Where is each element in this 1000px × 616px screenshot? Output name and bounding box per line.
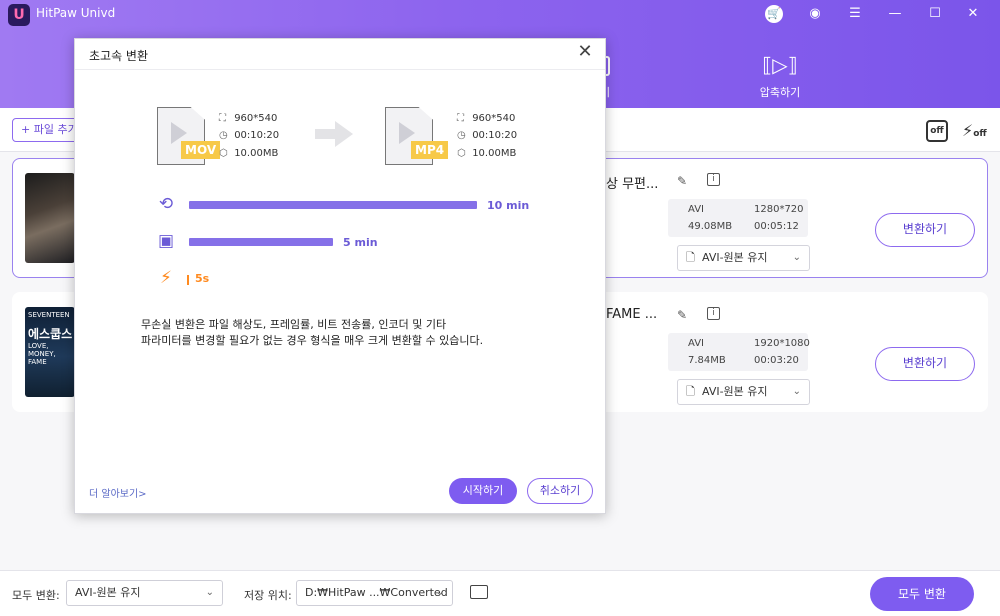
chevron-down-icon: ⌄ — [205, 587, 214, 598]
dialog-divider — [75, 69, 605, 70]
file-name: FAME ... — [606, 307, 658, 322]
save-location-label: 저장 위치: — [244, 589, 292, 602]
ultra-speed-label: 5s — [195, 272, 210, 285]
normal-speed-bar — [189, 201, 477, 209]
description-line: 무손실 변환은 파일 해상도, 프레임률, 비트 전송률, 인코더 및 기타 — [141, 318, 447, 331]
document-icon: 🗋 — [686, 251, 695, 264]
folder-icon[interactable] — [470, 585, 488, 599]
file-resolution: 1920*1080 — [754, 338, 810, 349]
chevron-down-icon: ⌄ — [792, 252, 801, 263]
maximize-icon[interactable]: ☐ — [925, 4, 945, 24]
dialog-description: 무손실 변환은 파일 해상도, 프레임률, 비트 전송률, 인코더 및 기타 파… — [141, 317, 561, 349]
target-size: ⬡ 10.00MB — [457, 148, 517, 159]
file-name: 상 무편... — [606, 177, 659, 192]
hardware-accel-icon[interactable]: off — [926, 120, 948, 142]
hw-speed-bar — [189, 238, 333, 246]
minimize-icon[interactable]: — — [885, 4, 905, 24]
file-meta: AVI 1280*720 49.08MB 00:05:12 — [668, 199, 808, 237]
file-size: 49.08MB — [688, 221, 733, 232]
info-icon[interactable]: i — [707, 173, 720, 186]
info-icon[interactable]: i — [707, 307, 720, 320]
hw-speed-label: 5 min — [343, 236, 378, 249]
edit-icon[interactable]: ✎ — [677, 174, 687, 188]
target-resolution: ⛶ 960*540 — [457, 113, 516, 124]
tab-compress[interactable]: ⟦▷⟧ 압축하기 — [745, 52, 815, 100]
bottom-bar: 모두 변환: AVI-원본 유지 ⌄ 저장 위치: D:₩HitPaw ...₩… — [0, 570, 1000, 616]
menu-icon[interactable]: ☰ — [845, 4, 865, 24]
convert-all-select[interactable]: AVI-원본 유지 ⌄ — [66, 580, 223, 606]
convert-all-button[interactable]: 모두 변환 — [870, 577, 974, 611]
target-duration: ◷ 00:10:20 — [457, 130, 518, 141]
file-duration: 00:05:12 — [754, 221, 799, 232]
start-button[interactable]: 시작하기 — [449, 478, 517, 504]
video-thumbnail: SEVENTEEN 에스쿱스 LOVE, MONEY, FAME — [25, 307, 75, 397]
video-thumbnail — [25, 173, 75, 263]
file-size: 7.84MB — [688, 355, 726, 366]
convert-cycle-icon: ⟲ — [158, 194, 174, 214]
edit-icon[interactable]: ✎ — [677, 308, 687, 322]
source-format-tag: MOV — [181, 141, 221, 159]
file-meta: AVI 1920*1080 7.84MB 00:03:20 — [668, 333, 810, 371]
chip-icon: ▣ — [157, 231, 175, 251]
ultra-fast-convert-dialog: 초고속 변환 ✕ MOV ⛶ 960*540 ◷ 00:10:20 ⬡ 10.0… — [74, 38, 606, 514]
cancel-button[interactable]: 취소하기 — [527, 478, 593, 504]
target-format-tag: MP4 — [411, 141, 449, 159]
convert-button[interactable]: 변환하기 — [875, 213, 975, 247]
app-logo: U — [8, 4, 30, 26]
file-duration: 00:03:20 — [754, 355, 799, 366]
output-format-select[interactable]: 🗋 AVI-원본 유지 ⌄ — [677, 245, 810, 271]
file-format: AVI — [688, 204, 704, 215]
close-icon[interactable]: ✕ — [575, 41, 595, 62]
chevron-down-icon: ⌄ — [792, 386, 801, 397]
normal-speed-label: 10 min — [487, 199, 530, 212]
lightning-icon: ⚡ — [160, 268, 172, 288]
fast-convert-off-icon[interactable]: ⚡off — [962, 120, 988, 142]
output-format-select[interactable]: 🗋 AVI-원본 유지 ⌄ — [677, 379, 810, 405]
source-resolution: ⛶ 960*540 — [219, 113, 278, 124]
save-location-select[interactable]: D:₩HitPaw ...₩Converted ⌄ — [296, 580, 453, 606]
convert-button[interactable]: 변환하기 — [875, 347, 975, 381]
compress-icon: ⟦▷⟧ — [762, 53, 798, 77]
thumb-text: 에스쿱스 — [28, 327, 73, 341]
document-icon: 🗋 — [686, 385, 695, 398]
source-size: ⬡ 10.00MB — [219, 148, 279, 159]
convert-all-label: 모두 변환: — [12, 589, 60, 602]
close-window-icon[interactable]: ✕ — [963, 4, 983, 24]
chevron-down-icon: ⌄ — [435, 587, 444, 598]
thumb-text: SEVENTEEN — [28, 311, 70, 319]
thumb-text: LOVE, MONEY, FAME — [28, 342, 56, 366]
tab-compress-label: 압축하기 — [759, 86, 801, 99]
ultra-speed-bar — [187, 275, 189, 285]
dialog-title: 초고속 변환 — [89, 49, 149, 63]
source-duration: ◷ 00:10:20 — [219, 130, 280, 141]
app-title: HitPaw Univd — [36, 6, 116, 20]
learn-more-link[interactable]: 더 알아보기> — [89, 485, 147, 500]
file-resolution: 1280*720 — [754, 204, 804, 215]
cart-icon[interactable]: 🛒 — [765, 5, 783, 23]
file-format: AVI — [688, 338, 704, 349]
user-icon[interactable]: ◉ — [805, 4, 825, 24]
description-line: 파라미터를 변경할 필요가 없는 경우 형식을 매우 크게 변환할 수 있습니다… — [141, 334, 484, 347]
